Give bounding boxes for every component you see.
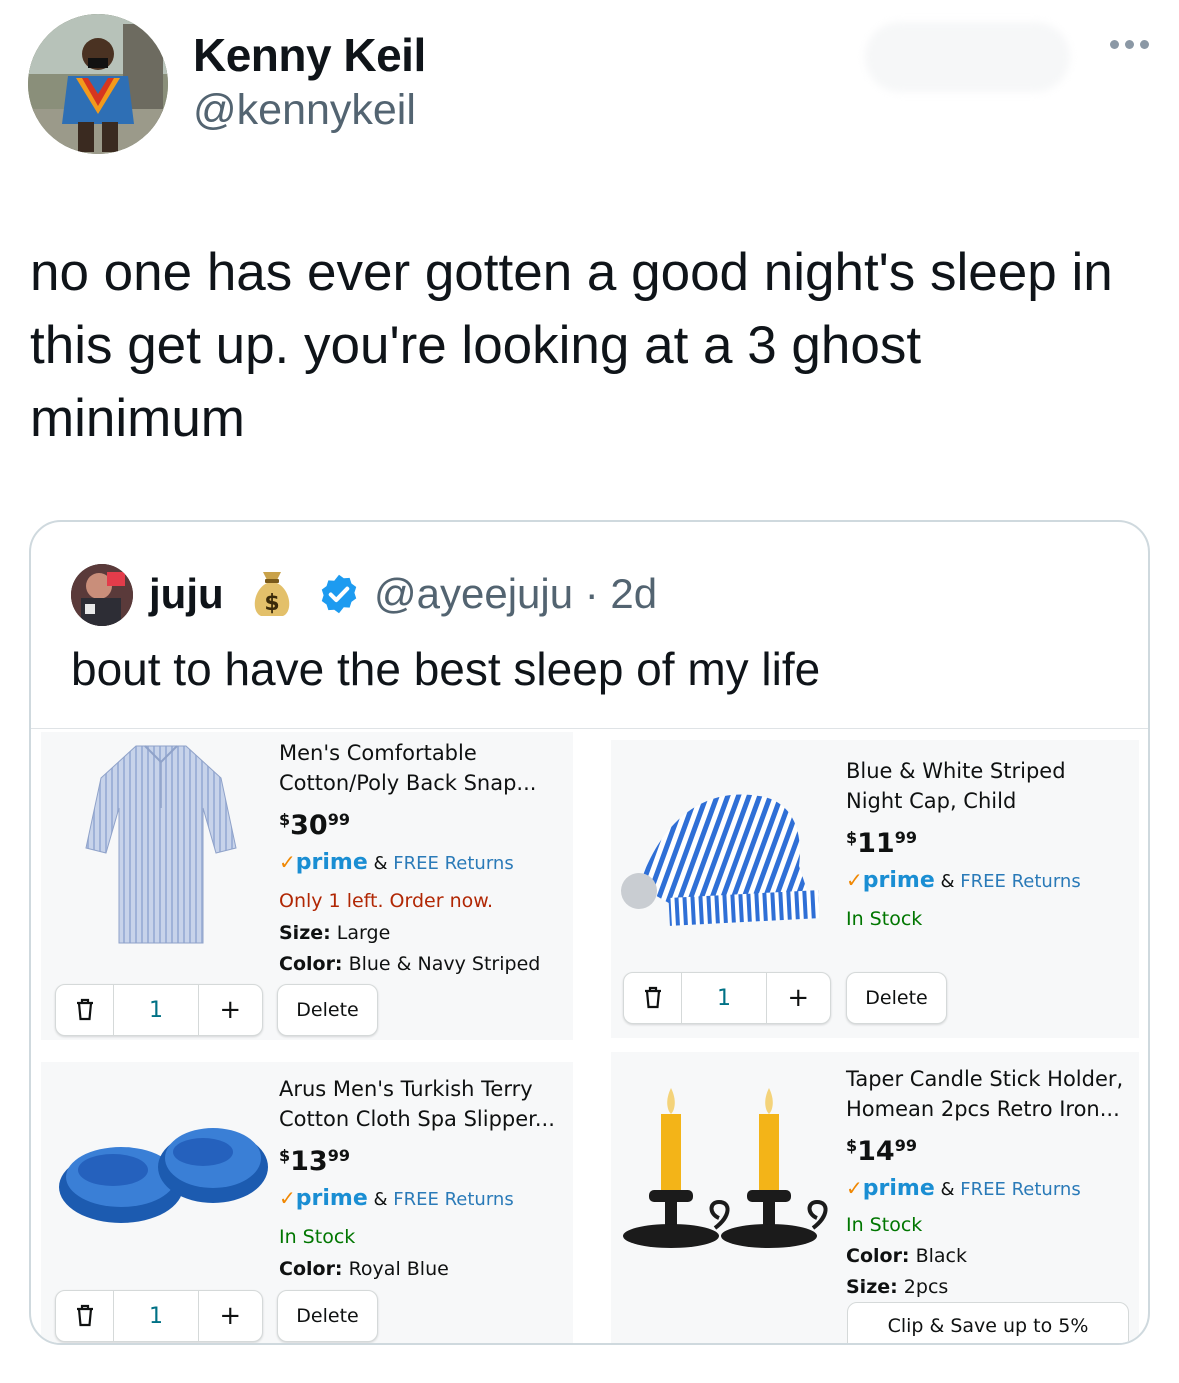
clip-save-button[interactable]: Clip & Save up to 5% xyxy=(847,1302,1129,1343)
blurred-region xyxy=(865,22,1070,92)
verified-badge-icon xyxy=(317,572,361,621)
cart-item-nightshirt: Men's Comfortable Cotton/Poly Back Snap.… xyxy=(41,732,573,1040)
product-price: $1399 xyxy=(279,1146,350,1177)
product-price: $1499 xyxy=(846,1136,917,1167)
quantity-stepper: 1 + xyxy=(55,1290,263,1342)
product-title[interactable]: Blue & White Striped Night Cap, Child xyxy=(846,756,1106,816)
trash-icon[interactable] xyxy=(56,1291,113,1341)
product-size: Size: Large xyxy=(279,922,391,944)
product-color: Color: Blue & Navy Striped xyxy=(279,953,541,975)
product-title[interactable]: Arus Men's Turkish Terry Cotton Cloth Sp… xyxy=(279,1074,569,1134)
prime-check-icon: ✓ xyxy=(279,850,296,874)
nightshirt-image[interactable] xyxy=(81,738,241,952)
quantity-stepper: 1 + xyxy=(623,972,831,1024)
night-cap-image[interactable] xyxy=(619,766,820,950)
plus-icon[interactable]: + xyxy=(767,973,830,1023)
prime-badge: ✓prime & FREE Returns xyxy=(279,850,514,875)
candle-holders-image[interactable] xyxy=(619,1078,839,1272)
cart-item-candle-holders: Taper Candle Stick Holder, Homean 2pcs R… xyxy=(611,1052,1139,1343)
product-title[interactable]: Taper Candle Stick Holder, Homean 2pcs R… xyxy=(846,1064,1136,1124)
product-price: $1199 xyxy=(846,828,917,859)
delete-button[interactable]: Delete xyxy=(846,972,947,1024)
stock-status: In Stock xyxy=(279,1226,356,1248)
trash-icon[interactable] xyxy=(624,973,681,1023)
svg-text:$: $ xyxy=(264,591,279,616)
prime-check-icon: ✓ xyxy=(846,868,863,892)
quoted-author-avatar[interactable] xyxy=(71,564,133,626)
author-handle[interactable]: @kennykeil xyxy=(193,86,416,135)
product-color: Color: Black xyxy=(846,1245,967,1267)
stock-status: In Stock xyxy=(846,908,923,930)
more-options-icon[interactable] xyxy=(1110,40,1149,49)
product-color: Color: Royal Blue xyxy=(279,1258,449,1280)
quoted-tweet-card[interactable]: juju $ @ayeejuju · 2d bout to have the b… xyxy=(29,520,1150,1345)
quantity-value: 1 xyxy=(113,1291,199,1341)
quantity-stepper: 1 + xyxy=(55,984,263,1036)
quoted-author-handle-time[interactable]: @ayeejuju · 2d xyxy=(374,570,657,618)
stock-status: Only 1 left. Order now. xyxy=(279,890,494,912)
product-size: Size: 2pcs xyxy=(846,1276,949,1298)
prime-badge: ✓prime & FREE Returns xyxy=(846,868,1081,893)
quoted-author-name[interactable]: juju xyxy=(149,570,224,618)
quoted-tweet-text: bout to have the best sleep of my life xyxy=(71,643,821,695)
author-avatar[interactable] xyxy=(28,14,168,154)
plus-icon[interactable]: + xyxy=(199,1291,262,1341)
cart-item-slippers: Arus Men's Turkish Terry Cotton Cloth Sp… xyxy=(41,1062,573,1343)
delete-button[interactable]: Delete xyxy=(277,1290,378,1342)
money-bag-icon: $ xyxy=(245,566,299,625)
prime-check-icon: ✓ xyxy=(846,1176,863,1200)
slippers-image[interactable] xyxy=(53,1092,273,1246)
quantity-value: 1 xyxy=(681,973,767,1023)
plus-icon[interactable]: + xyxy=(199,985,262,1035)
product-price: $3099 xyxy=(279,810,350,841)
tweet-text: no one has ever gotten a good night's sl… xyxy=(30,243,1113,448)
divider xyxy=(31,728,1148,729)
product-title[interactable]: Men's Comfortable Cotton/Poly Back Snap.… xyxy=(279,738,559,798)
trash-icon[interactable] xyxy=(56,985,113,1035)
prime-badge: ✓prime & FREE Returns xyxy=(846,1176,1081,1201)
prime-check-icon: ✓ xyxy=(279,1186,296,1210)
cart-item-night-cap: Blue & White Striped Night Cap, Child $1… xyxy=(611,740,1139,1038)
author-name[interactable]: Kenny Keil xyxy=(193,28,426,82)
stock-status: In Stock xyxy=(846,1214,923,1236)
quantity-value: 1 xyxy=(113,985,199,1035)
delete-button[interactable]: Delete xyxy=(277,984,378,1036)
prime-badge: ✓prime & FREE Returns xyxy=(279,1186,514,1211)
